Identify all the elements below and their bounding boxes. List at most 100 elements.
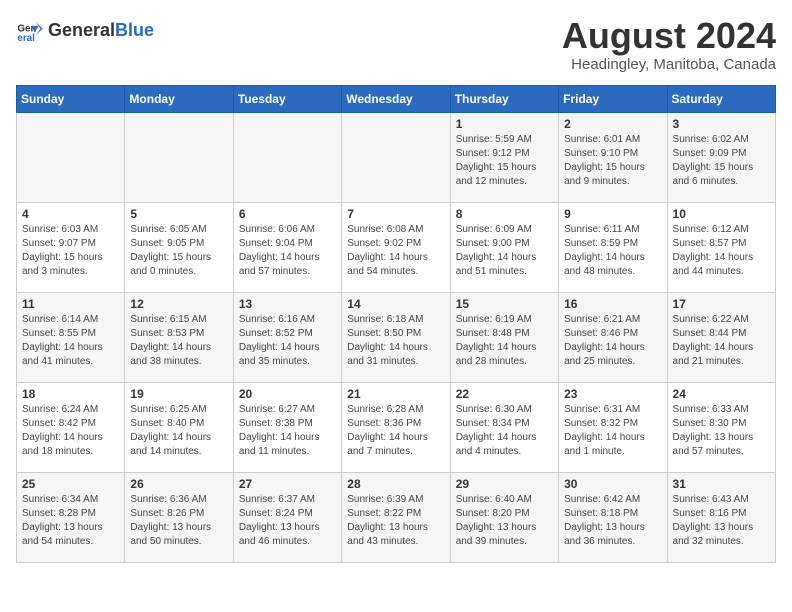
day-info: Sunrise: 6:43 AM Sunset: 8:16 PM Dayligh… (673, 493, 770, 549)
day-info: Sunrise: 6:19 AM Sunset: 8:48 PM Dayligh… (456, 313, 553, 369)
day-info: Sunrise: 6:03 AM Sunset: 9:07 PM Dayligh… (22, 223, 119, 279)
calendar-cell: 23Sunrise: 6:31 AM Sunset: 8:32 PM Dayli… (559, 382, 667, 472)
location-subtitle: Headingley, Manitoba, Canada (562, 56, 776, 73)
calendar-cell: 30Sunrise: 6:42 AM Sunset: 8:18 PM Dayli… (559, 472, 667, 562)
day-info: Sunrise: 6:39 AM Sunset: 8:22 PM Dayligh… (347, 493, 444, 549)
day-number: 22 (456, 387, 553, 401)
day-info: Sunrise: 6:25 AM Sunset: 8:40 PM Dayligh… (130, 403, 227, 459)
day-number: 13 (239, 297, 336, 311)
day-info: Sunrise: 6:18 AM Sunset: 8:50 PM Dayligh… (347, 313, 444, 369)
day-number: 27 (239, 477, 336, 491)
logo-blue: Blue (115, 20, 154, 40)
day-info: Sunrise: 6:22 AM Sunset: 8:44 PM Dayligh… (673, 313, 770, 369)
calendar-cell: 1 Sunrise: 5:59 AM Sunset: 9:12 PM Daylig… (450, 112, 558, 202)
calendar-cell (342, 112, 450, 202)
day-info: Sunrise: 6:37 AM Sunset: 8:24 PM Dayligh… (239, 493, 336, 549)
day-number: 3 (673, 117, 770, 131)
weekday-header-row: SundayMondayTuesdayWednesdayThursdayFrid… (17, 85, 776, 112)
calendar-cell: 5Sunrise: 6:05 AM Sunset: 9:05 PM Daylig… (125, 202, 233, 292)
day-info: Sunrise: 6:34 AM Sunset: 8:28 PM Dayligh… (22, 493, 119, 549)
calendar-cell (125, 112, 233, 202)
calendar-cell: 15Sunrise: 6:19 AM Sunset: 8:48 PM Dayli… (450, 292, 558, 382)
day-info: Sunrise: 6:05 AM Sunset: 9:05 PM Dayligh… (130, 223, 227, 279)
day-number: 4 (22, 207, 119, 221)
day-info: Sunrise: 6:14 AM Sunset: 8:55 PM Dayligh… (22, 313, 119, 369)
title-area: August 2024 Headingley, Manitoba, Canada (562, 16, 776, 73)
weekday-header-sunday: Sunday (17, 85, 125, 112)
day-number: 30 (564, 477, 661, 491)
calendar-cell: 14Sunrise: 6:18 AM Sunset: 8:50 PM Dayli… (342, 292, 450, 382)
day-number: 20 (239, 387, 336, 401)
month-year-title: August 2024 (562, 16, 776, 56)
logo-icon: Gen eral (16, 16, 44, 44)
day-number: 8 (456, 207, 553, 221)
svg-text:eral: eral (17, 33, 35, 44)
calendar-cell: 18 Sunrise: 6:24 AM Sunset: 8:42 PM Dayli… (17, 382, 125, 472)
day-info: Sunrise: 6:28 AM Sunset: 8:36 PM Dayligh… (347, 403, 444, 459)
day-info: Sunrise: 6:33 AM Sunset: 8:30 PM Dayligh… (673, 403, 770, 459)
day-info: Sunrise: 6:31 AM Sunset: 8:32 PM Dayligh… (564, 403, 661, 459)
day-info: Sunrise: 6:11 AM Sunset: 8:59 PM Dayligh… (564, 223, 661, 279)
day-number: 25 (22, 477, 119, 491)
day-info: Sunrise: 6:12 AM Sunset: 8:57 PM Dayligh… (673, 223, 770, 279)
calendar-cell: 2 Sunrise: 6:01 AM Sunset: 9:10 PM Daylig… (559, 112, 667, 202)
day-number: 9 (564, 207, 661, 221)
calendar-cell: 17 Sunrise: 6:22 AM Sunset: 8:44 PM Dayli… (667, 292, 775, 382)
logo: Gen eral GeneralBlue (16, 16, 154, 44)
calendar-cell: 16Sunrise: 6:21 AM Sunset: 8:46 PM Dayli… (559, 292, 667, 382)
calendar-cell: 24 Sunrise: 6:33 AM Sunset: 8:30 PM Dayli… (667, 382, 775, 472)
day-info: Sunrise: 6:24 AM Sunset: 8:42 PM Dayligh… (22, 403, 119, 459)
weekday-header-monday: Monday (125, 85, 233, 112)
day-number: 17 (673, 297, 770, 311)
calendar-cell: 28 Sunrise: 6:39 AM Sunset: 8:22 PM Dayli… (342, 472, 450, 562)
day-info: Sunrise: 6:01 AM Sunset: 9:10 PM Dayligh… (564, 133, 661, 189)
calendar-cell: 6Sunrise: 6:06 AM Sunset: 9:04 PM Daylig… (233, 202, 341, 292)
calendar-week-1: 1 Sunrise: 5:59 AM Sunset: 9:12 PM Daylig… (17, 112, 776, 202)
day-info: Sunrise: 6:30 AM Sunset: 8:34 PM Dayligh… (456, 403, 553, 459)
day-number: 29 (456, 477, 553, 491)
weekday-header-tuesday: Tuesday (233, 85, 341, 112)
calendar-cell: 13Sunrise: 6:16 AM Sunset: 8:52 PM Dayli… (233, 292, 341, 382)
calendar-cell: 3 Sunrise: 6:02 AM Sunset: 9:09 PM Daylig… (667, 112, 775, 202)
weekday-header-friday: Friday (559, 85, 667, 112)
calendar-cell (17, 112, 125, 202)
day-number: 12 (130, 297, 227, 311)
day-number: 31 (673, 477, 770, 491)
day-number: 28 (347, 477, 444, 491)
day-number: 2 (564, 117, 661, 131)
calendar-week-5: 25 Sunrise: 6:34 AM Sunset: 8:28 PM Dayli… (17, 472, 776, 562)
calendar-cell: 21 Sunrise: 6:28 AM Sunset: 8:36 PM Dayli… (342, 382, 450, 472)
calendar-cell: 19Sunrise: 6:25 AM Sunset: 8:40 PM Dayli… (125, 382, 233, 472)
calendar-cell: 10 Sunrise: 6:12 AM Sunset: 8:57 PM Dayli… (667, 202, 775, 292)
calendar-cell: 12 Sunrise: 6:15 AM Sunset: 8:53 PM Dayli… (125, 292, 233, 382)
calendar-week-2: 4 Sunrise: 6:03 AM Sunset: 9:07 PM Daylig… (17, 202, 776, 292)
day-info: Sunrise: 6:02 AM Sunset: 9:09 PM Dayligh… (673, 133, 770, 189)
day-number: 11 (22, 297, 119, 311)
calendar-cell: 11 Sunrise: 6:14 AM Sunset: 8:55 PM Dayli… (17, 292, 125, 382)
day-number: 26 (130, 477, 227, 491)
calendar-cell (233, 112, 341, 202)
day-info: Sunrise: 5:59 AM Sunset: 9:12 PM Dayligh… (456, 133, 553, 189)
day-number: 10 (673, 207, 770, 221)
calendar-cell: 20Sunrise: 6:27 AM Sunset: 8:38 PM Dayli… (233, 382, 341, 472)
day-info: Sunrise: 6:15 AM Sunset: 8:53 PM Dayligh… (130, 313, 227, 369)
weekday-header-thursday: Thursday (450, 85, 558, 112)
calendar-cell: 7Sunrise: 6:08 AM Sunset: 9:02 PM Daylig… (342, 202, 450, 292)
day-info: Sunrise: 6:09 AM Sunset: 9:00 PM Dayligh… (456, 223, 553, 279)
calendar-cell: 26 Sunrise: 6:36 AM Sunset: 8:26 PM Dayli… (125, 472, 233, 562)
day-info: Sunrise: 6:36 AM Sunset: 8:26 PM Dayligh… (130, 493, 227, 549)
logo-text: GeneralBlue (48, 21, 154, 40)
logo-general: General (48, 20, 115, 40)
calendar-week-4: 18 Sunrise: 6:24 AM Sunset: 8:42 PM Dayli… (17, 382, 776, 472)
day-number: 24 (673, 387, 770, 401)
day-number: 18 (22, 387, 119, 401)
day-info: Sunrise: 6:40 AM Sunset: 8:20 PM Dayligh… (456, 493, 553, 549)
day-info: Sunrise: 6:08 AM Sunset: 9:02 PM Dayligh… (347, 223, 444, 279)
calendar-cell: 29 Sunrise: 6:40 AM Sunset: 8:20 PM Dayli… (450, 472, 558, 562)
day-number: 21 (347, 387, 444, 401)
day-number: 1 (456, 117, 553, 131)
calendar-table: SundayMondayTuesdayWednesdayThursdayFrid… (16, 85, 776, 563)
weekday-header-saturday: Saturday (667, 85, 775, 112)
day-number: 16 (564, 297, 661, 311)
calendar-cell: 4 Sunrise: 6:03 AM Sunset: 9:07 PM Daylig… (17, 202, 125, 292)
